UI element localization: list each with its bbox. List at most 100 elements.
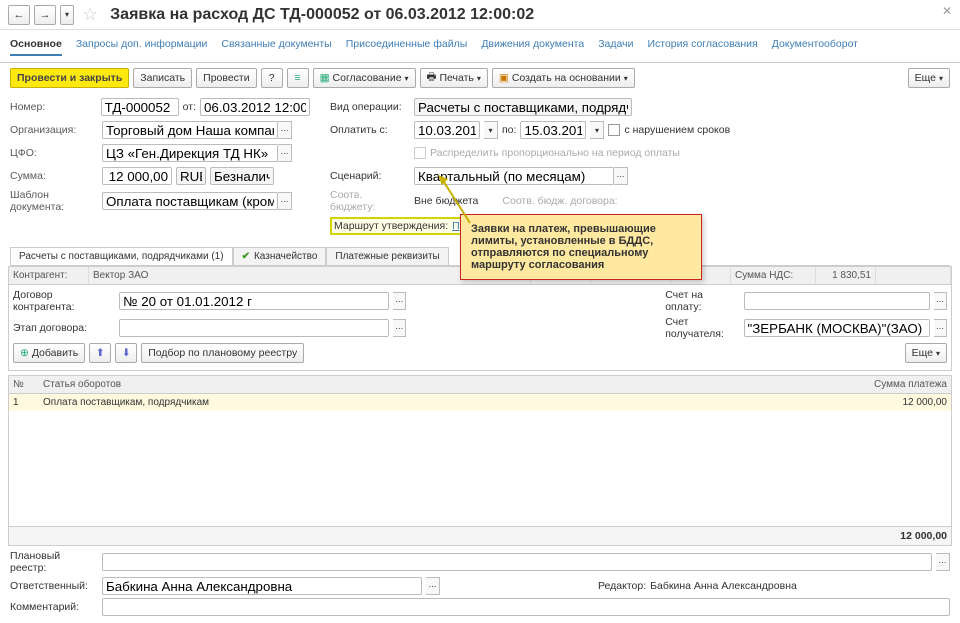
tab-movements[interactable]: Движения документа xyxy=(481,38,584,56)
org-lookup-icon[interactable]: ⋯ xyxy=(278,121,292,139)
budget-match-label: Соотв. бюджету: xyxy=(330,189,410,213)
recipient-account-input[interactable] xyxy=(744,319,930,337)
org-label: Организация: xyxy=(10,124,98,136)
number-input[interactable] xyxy=(101,98,179,116)
plan-registry-input[interactable] xyxy=(102,553,932,571)
table-row[interactable]: 1 Оплата поставщикам, подрядчикам 12 000… xyxy=(9,394,951,411)
subtab-settlements[interactable]: Расчеты с поставщиками, подрядчиками (1) xyxy=(10,247,233,265)
col-number: № xyxy=(13,379,43,390)
row-sum: 12 000,00 xyxy=(862,397,947,408)
col-sum: Сумма платежа xyxy=(862,379,947,390)
tab-attached[interactable]: Присоединенные файлы xyxy=(346,38,468,56)
post-button[interactable]: Провести xyxy=(196,68,256,88)
org-input[interactable] xyxy=(102,121,278,139)
recipient-account-label: Счет получателя: xyxy=(665,316,739,340)
create-on-button[interactable]: ▣Создать на основании▾ xyxy=(492,68,635,88)
responsible-input[interactable] xyxy=(102,577,422,595)
subtab-payment-details[interactable]: Платежные реквизиты xyxy=(326,247,448,265)
plan-registry-lookup-icon[interactable]: ⋯ xyxy=(936,553,950,571)
pay-to-input[interactable] xyxy=(520,121,586,139)
account-lookup-icon[interactable]: ⋯ xyxy=(934,292,947,310)
comment-label: Комментарий: xyxy=(10,601,98,613)
budget-contract-label: Соотв. бюдж. договора: xyxy=(502,195,617,207)
nav-dropdown[interactable]: ▾ xyxy=(60,5,74,25)
row-article: Оплата поставщикам, подрядчикам xyxy=(43,397,862,408)
back-button[interactable]: ← xyxy=(8,5,30,25)
tab-history[interactable]: История согласования xyxy=(647,38,757,56)
save-button[interactable]: Записать xyxy=(133,68,192,88)
template-input[interactable] xyxy=(102,192,278,210)
page-title: Заявка на расход ДС ТД-000052 от 06.03.2… xyxy=(110,6,534,24)
more-items-button[interactable]: Еще▾ xyxy=(905,343,947,363)
move-up-icon[interactable]: ⬆ xyxy=(89,343,111,363)
callout-note: Заявки на платеж, превышающие лимиты, ус… xyxy=(460,214,702,280)
add-button[interactable]: ⊕Добавить xyxy=(13,343,85,363)
template-label: Шаблон документа: xyxy=(10,189,98,213)
editor-value: Бабкина Анна Александровна xyxy=(650,580,797,592)
cfo-label: ЦФО: xyxy=(10,147,98,159)
violation-label: с нарушением сроков xyxy=(624,124,730,136)
violation-checkbox[interactable] xyxy=(608,124,620,136)
scenario-input[interactable] xyxy=(414,167,614,185)
plan-registry-button[interactable]: Подбор по плановому реестру xyxy=(141,343,304,363)
distribute-label: Распределить пропорционально на период о… xyxy=(430,147,680,159)
account-label: Счет на оплату: xyxy=(665,289,739,313)
date-from-icon[interactable]: ▾ xyxy=(484,121,498,139)
pay-from-input[interactable] xyxy=(414,121,480,139)
move-down-icon[interactable]: ⬇ xyxy=(115,343,137,363)
date-to-icon[interactable]: ▾ xyxy=(590,121,604,139)
stage-lookup-icon[interactable]: ⋯ xyxy=(393,319,406,337)
date-input[interactable] xyxy=(200,98,310,116)
scenario-label: Сценарий: xyxy=(330,170,410,182)
sum-label: Сумма: xyxy=(10,170,98,182)
vat-sum-label: Сумма НДС: xyxy=(731,267,816,284)
approval-button[interactable]: ▦Согласование▾ xyxy=(313,68,416,88)
cfo-input[interactable] xyxy=(102,144,278,162)
sum-input[interactable] xyxy=(102,167,172,185)
recipient-lookup-icon[interactable]: ⋯ xyxy=(934,319,947,337)
table-blank-area xyxy=(9,411,951,526)
col-article: Статья оборотов xyxy=(43,379,862,390)
print-button[interactable]: 🖶Печать▾ xyxy=(420,68,488,88)
contract-label: Договор контрагента: xyxy=(13,289,115,313)
check-icon: ✔ xyxy=(242,251,250,262)
editor-label: Редактор: xyxy=(598,580,646,592)
contract-lookup-icon[interactable]: ⋯ xyxy=(393,292,406,310)
responsible-label: Ответственный: xyxy=(10,580,98,592)
more-button[interactable]: Еще▾ xyxy=(908,68,950,88)
comment-input[interactable] xyxy=(102,598,950,616)
help-icon[interactable]: ? xyxy=(261,68,283,88)
optype-input xyxy=(414,98,632,116)
currency-input xyxy=(176,167,206,185)
subtab-treasury[interactable]: ✔Казначейство xyxy=(233,247,327,265)
plan-registry-label: Плановый реестр: xyxy=(10,550,98,574)
nav-tabs: Основное Запросы доп. информации Связанн… xyxy=(0,30,960,63)
stage-input[interactable] xyxy=(119,319,389,337)
items-header: № Статья оборотов Сумма платежа xyxy=(9,376,951,394)
contract-input[interactable] xyxy=(119,292,389,310)
optype-label: Вид операции: xyxy=(330,101,410,113)
tab-tasks[interactable]: Задачи xyxy=(598,38,633,56)
header-bar: ← → ▾ ☆ Заявка на расход ДС ТД-000052 от… xyxy=(0,0,960,30)
forward-button[interactable]: → xyxy=(34,5,56,25)
tab-requests[interactable]: Запросы доп. информации xyxy=(76,38,208,56)
route-label: Маршрут утверждения: xyxy=(334,220,448,232)
number-label: Номер: xyxy=(10,101,97,113)
cfo-lookup-icon[interactable]: ⋯ xyxy=(278,144,292,162)
tab-main[interactable]: Основное xyxy=(10,38,62,56)
items-table: № Статья оборотов Сумма платежа 1 Оплата… xyxy=(8,375,952,546)
tab-docflow[interactable]: Документооборот xyxy=(772,38,858,56)
template-lookup-icon[interactable]: ⋯ xyxy=(278,192,292,210)
pay-from-label: Оплатить с: xyxy=(330,124,410,136)
post-and-close-button[interactable]: Провести и закрыть xyxy=(10,68,129,88)
report-icon[interactable]: ≡ xyxy=(287,68,309,88)
responsible-lookup-icon[interactable]: ⋯ xyxy=(426,577,440,595)
close-icon[interactable]: ✕ xyxy=(942,4,952,18)
vat-sum-value: 1 830,51 xyxy=(816,267,876,284)
account-input[interactable] xyxy=(744,292,930,310)
tab-related[interactable]: Связанные документы xyxy=(221,38,331,56)
contragent-label: Контрагент: xyxy=(9,267,89,284)
table-total: 12 000,00 xyxy=(9,526,951,545)
scenario-lookup-icon[interactable]: ⋯ xyxy=(614,167,628,185)
favorite-star-icon[interactable]: ☆ xyxy=(82,4,98,25)
